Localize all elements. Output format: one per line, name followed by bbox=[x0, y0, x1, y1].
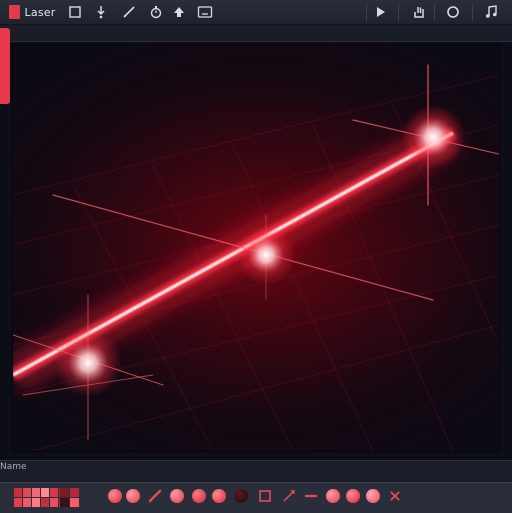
brush-stroke-icon[interactable] bbox=[148, 489, 162, 503]
color-swatch[interactable] bbox=[50, 498, 58, 507]
color-swatch[interactable] bbox=[14, 498, 22, 507]
color-swatch[interactable] bbox=[70, 488, 79, 497]
play-icon[interactable] bbox=[370, 3, 392, 21]
app-title: Laser bbox=[24, 5, 56, 19]
toolbar-separator bbox=[472, 3, 473, 21]
dark-dot-tool[interactable] bbox=[234, 489, 248, 503]
app-logo bbox=[8, 5, 20, 19]
laser-artwork bbox=[13, 64, 499, 451]
color-swatch[interactable] bbox=[60, 488, 69, 497]
dash-tool-icon[interactable] bbox=[304, 489, 318, 503]
toolbar-separator bbox=[434, 3, 435, 21]
color-swatch[interactable] bbox=[23, 488, 31, 497]
music-note-icon[interactable] bbox=[480, 3, 502, 21]
light-tool[interactable] bbox=[366, 489, 380, 503]
status-bar bbox=[0, 460, 512, 483]
dot-tool[interactable] bbox=[326, 489, 340, 503]
color-swatch[interactable] bbox=[50, 488, 58, 497]
top-toolbar: Laser bbox=[0, 0, 512, 25]
grid-icon[interactable] bbox=[64, 3, 86, 21]
glow-tool[interactable] bbox=[192, 489, 206, 503]
status-label: Name bbox=[0, 462, 27, 472]
flare-bottom bbox=[54, 329, 122, 397]
color-swatch[interactable] bbox=[14, 488, 22, 497]
circle-icon[interactable] bbox=[442, 3, 464, 21]
round-tool[interactable] bbox=[170, 489, 184, 503]
pencil-icon[interactable] bbox=[118, 3, 140, 21]
color-swatch[interactable] bbox=[70, 498, 79, 507]
color-swatch[interactable] bbox=[60, 498, 69, 507]
color-drop-icon[interactable] bbox=[90, 3, 112, 21]
close-icon[interactable] bbox=[388, 489, 402, 503]
hand-icon[interactable] bbox=[408, 3, 430, 21]
side-panel-tab[interactable] bbox=[0, 28, 10, 104]
flare-tool[interactable] bbox=[212, 489, 226, 503]
color-swatch[interactable] bbox=[32, 488, 40, 497]
line-tool-icon[interactable] bbox=[282, 489, 296, 503]
soft-brush-tool[interactable] bbox=[126, 489, 140, 503]
color-swatch[interactable] bbox=[41, 498, 49, 507]
export-icon[interactable] bbox=[194, 3, 216, 21]
swatch-grid-secondary bbox=[60, 488, 79, 507]
sub-toolbar bbox=[0, 25, 512, 42]
spark-tool[interactable] bbox=[346, 489, 360, 503]
app-title-area: Laser bbox=[2, 3, 62, 21]
color-swatch[interactable] bbox=[23, 498, 31, 507]
flare-center bbox=[236, 225, 296, 285]
color-swatch[interactable] bbox=[32, 498, 40, 507]
brush-dot-tool[interactable] bbox=[108, 489, 122, 503]
rectangle-icon[interactable] bbox=[258, 489, 272, 503]
flare-top bbox=[401, 105, 465, 169]
toolbar-separator bbox=[398, 3, 399, 21]
up-arrow-icon[interactable] bbox=[168, 3, 190, 21]
toolbar-separator bbox=[366, 3, 367, 21]
timer-icon[interactable] bbox=[145, 3, 167, 21]
laser-canvas[interactable] bbox=[12, 44, 500, 452]
color-swatch[interactable] bbox=[41, 488, 49, 497]
